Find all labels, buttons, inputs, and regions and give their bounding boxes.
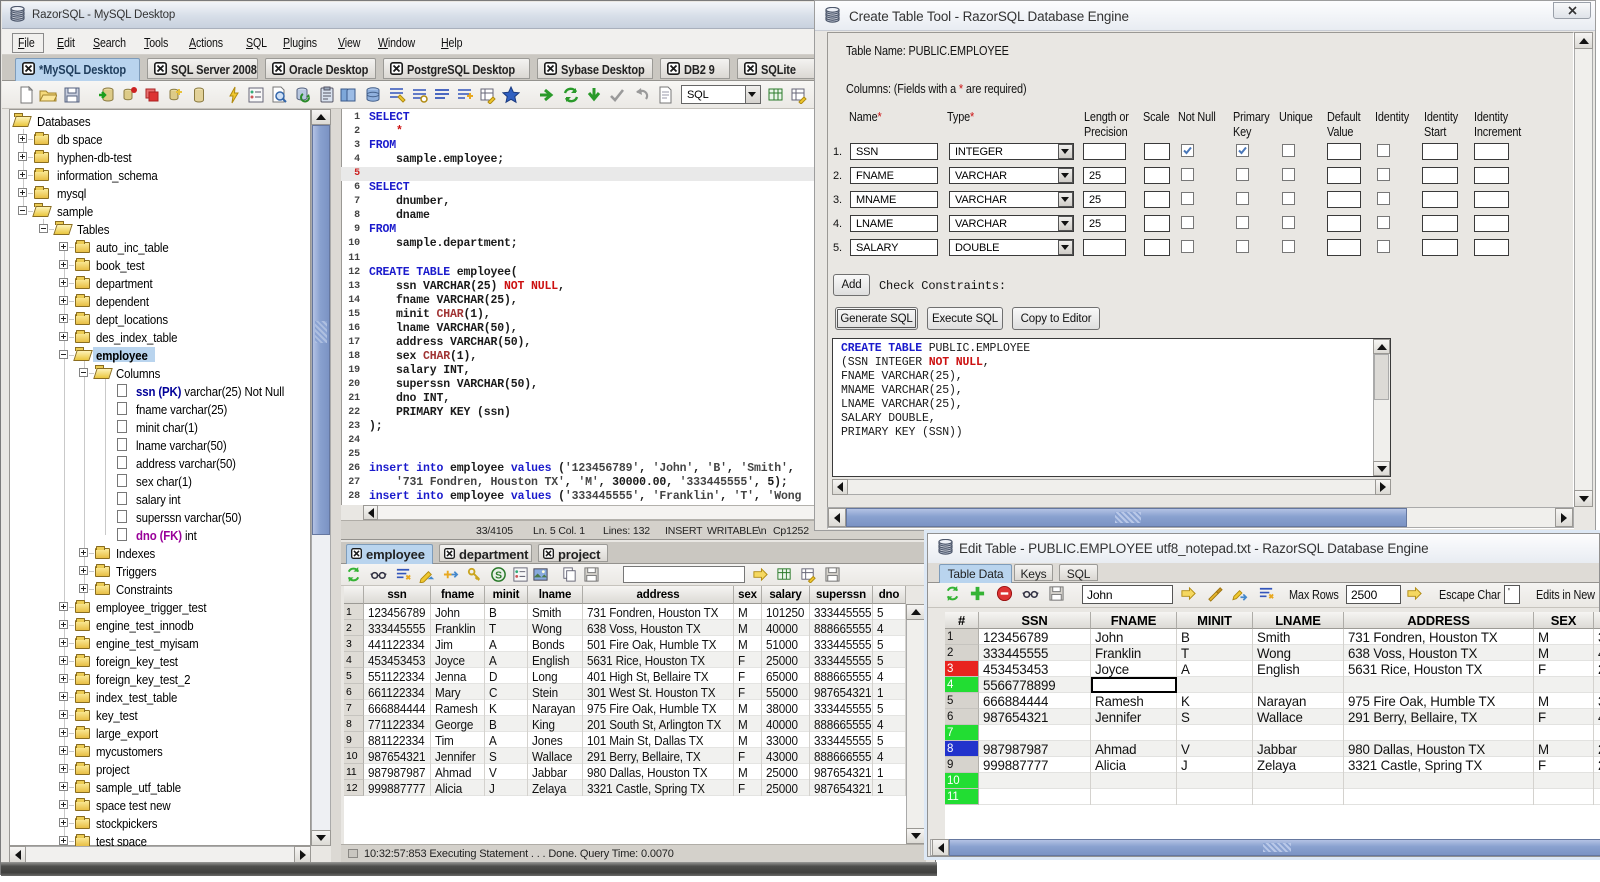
svg-text:S: S xyxy=(495,570,502,581)
